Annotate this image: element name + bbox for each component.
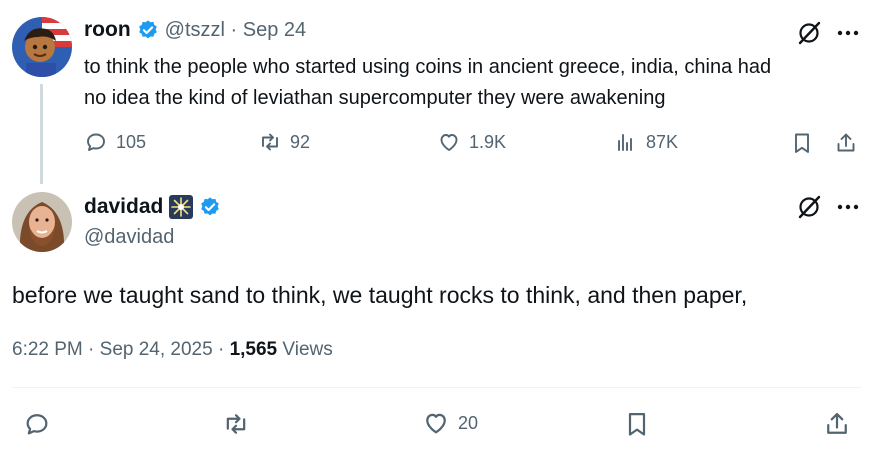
main-tweet-header: davidad <box>84 195 221 219</box>
views-label: Views <box>277 339 333 360</box>
share-button[interactable] <box>833 130 859 156</box>
grok-icon[interactable] <box>795 194 823 220</box>
main-author-name[interactable]: davidad <box>84 195 163 219</box>
reply-button[interactable] <box>22 409 52 439</box>
like-count: 20 <box>458 412 479 433</box>
davidad-avatar[interactable] <box>12 192 72 252</box>
share-icon <box>827 412 847 434</box>
like-button[interactable]: 1.9K <box>437 130 506 154</box>
bookmark-icon <box>795 133 809 153</box>
verified-badge-icon <box>137 19 159 41</box>
parent-author-name[interactable]: roon <box>84 18 131 42</box>
sparkle-badge-icon <box>169 195 194 219</box>
reply-icon <box>26 414 48 435</box>
reply-button[interactable]: 105 <box>84 130 146 154</box>
more-options-icon[interactable] <box>834 194 862 220</box>
tweet-metadata: 6:22 PM · Sep 24, 2025 · 1,565 Views <box>12 339 333 361</box>
repost-button[interactable]: 92 <box>258 130 310 154</box>
repost-icon <box>262 133 278 151</box>
repost-button[interactable] <box>221 409 251 439</box>
views-button[interactable]: 87K <box>614 130 678 154</box>
share-button[interactable] <box>822 409 852 439</box>
repost-icon <box>226 414 246 434</box>
roon-avatar[interactable] <box>12 17 72 77</box>
main-handle[interactable]: @davidad <box>84 226 174 249</box>
tweet-timestamp[interactable]: 6:22 PM · Sep 24, 2025 · <box>12 339 230 360</box>
parent-tweet-text-line2: no idea the kind of leviathan supercompu… <box>84 87 666 109</box>
more-options-icon[interactable] <box>834 20 862 46</box>
like-button[interactable]: 20 <box>422 409 478 437</box>
parent-handle-date[interactable]: @tszzl · Sep 24 <box>165 19 306 42</box>
thread-connector-line <box>40 84 43 184</box>
main-tweet-text: before we taught sand to think, we taugh… <box>12 282 748 308</box>
bookmark-button[interactable] <box>789 130 815 156</box>
views-count: 87K <box>646 131 679 152</box>
parent-tweet-text-line1: to think the people who started using co… <box>84 56 772 78</box>
reply-count: 105 <box>116 131 147 152</box>
like-icon <box>426 413 446 434</box>
grok-icon[interactable] <box>795 20 823 46</box>
bookmark-button[interactable] <box>622 409 652 439</box>
bookmark-icon <box>628 412 646 436</box>
verified-badge-icon <box>199 196 221 218</box>
repost-count: 92 <box>290 131 311 152</box>
divider <box>12 387 861 388</box>
parent-tweet-header: roon @tszzl · Sep 24 <box>84 18 306 42</box>
like-icon <box>440 134 458 151</box>
share-icon <box>837 133 855 152</box>
views-icon <box>618 134 632 151</box>
reply-icon <box>87 133 105 151</box>
parent-tweet-text: to think the people who started using co… <box>84 52 864 114</box>
views-count-value: 1,565 <box>229 339 278 360</box>
like-count: 1.9K <box>469 131 507 152</box>
